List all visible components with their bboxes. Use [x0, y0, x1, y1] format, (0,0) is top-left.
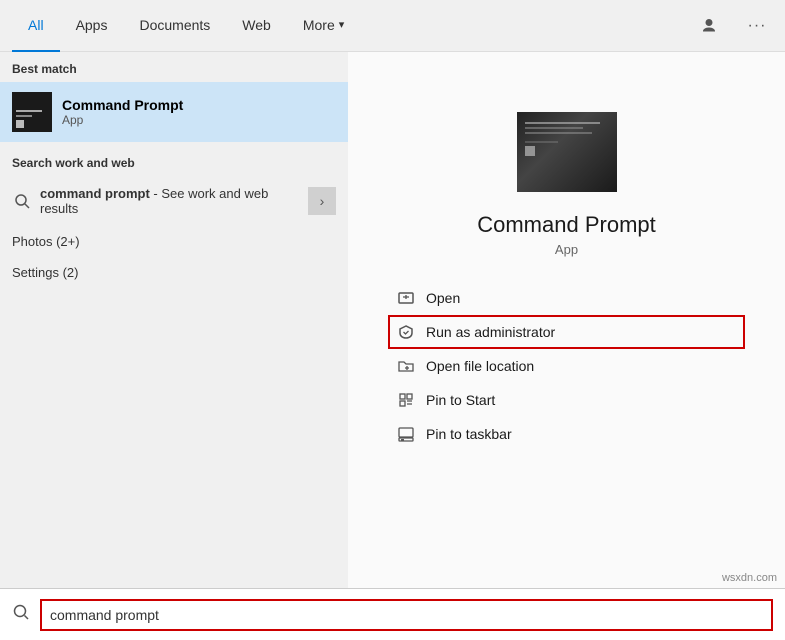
open-label: Open [426, 290, 460, 306]
search-web-arrow[interactable]: › [308, 187, 336, 215]
search-web-item[interactable]: command prompt - See work and web result… [0, 176, 348, 226]
action-run-admin[interactable]: Run as administrator [388, 315, 745, 349]
action-open[interactable]: Open [388, 281, 745, 315]
search-web-section: Search work and web command prompt - See… [0, 146, 348, 226]
chevron-right-icon: › [320, 193, 325, 209]
pin-taskbar-icon [396, 424, 416, 444]
right-panel: Command Prompt App Open [348, 52, 785, 588]
best-match-title: Command Prompt [62, 97, 183, 113]
run-admin-label: Run as administrator [426, 324, 555, 340]
settings-result[interactable]: Settings (2) [0, 257, 348, 288]
watermark: wsxdn.com [722, 572, 777, 584]
search-web-label: Search work and web [0, 146, 348, 176]
nav-right-icons: ··· [693, 10, 773, 42]
action-pin-taskbar[interactable]: Pin to taskbar [388, 417, 745, 451]
tab-apps[interactable]: Apps [60, 0, 124, 52]
search-web-icon [12, 191, 32, 211]
search-bar-icon [12, 603, 30, 626]
tab-more[interactable]: More ▾ [287, 0, 360, 52]
pin-taskbar-label: Pin to taskbar [426, 426, 512, 442]
cmd-app-icon [12, 92, 52, 132]
open-icon [396, 288, 416, 308]
action-open-location[interactable]: Open file location [388, 349, 745, 383]
top-navigation: All Apps Documents Web More ▾ ··· [0, 0, 785, 52]
best-match-subtitle: App [62, 113, 183, 127]
left-panel: Best match Command Prompt App Search wor… [0, 52, 348, 588]
folder-icon [396, 356, 416, 376]
pin-start-icon [396, 390, 416, 410]
main-content: Best match Command Prompt App Search wor… [0, 52, 785, 588]
open-location-label: Open file location [426, 358, 534, 374]
tab-all[interactable]: All [12, 0, 60, 52]
best-match-label: Best match [0, 52, 348, 82]
right-app-name: Command Prompt [477, 212, 656, 238]
search-input[interactable] [40, 599, 773, 631]
account-icon[interactable] [693, 10, 725, 42]
tab-documents[interactable]: Documents [123, 0, 226, 52]
search-bar [0, 588, 785, 640]
best-match-item[interactable]: Command Prompt App [0, 82, 348, 142]
shield-icon [396, 322, 416, 342]
best-match-text: Command Prompt App [62, 97, 183, 127]
app-thumbnail [517, 112, 617, 192]
action-list: Open Run as administrator [348, 281, 785, 451]
action-pin-start[interactable]: Pin to Start [388, 383, 745, 417]
more-options-icon[interactable]: ··· [741, 10, 773, 42]
search-web-text: command prompt - See work and web result… [40, 186, 300, 216]
tab-web[interactable]: Web [226, 0, 287, 52]
right-app-type: App [555, 242, 578, 257]
chevron-down-icon: ▾ [339, 18, 345, 31]
pin-start-label: Pin to Start [426, 392, 495, 408]
photos-result[interactable]: Photos (2+) [0, 226, 348, 257]
